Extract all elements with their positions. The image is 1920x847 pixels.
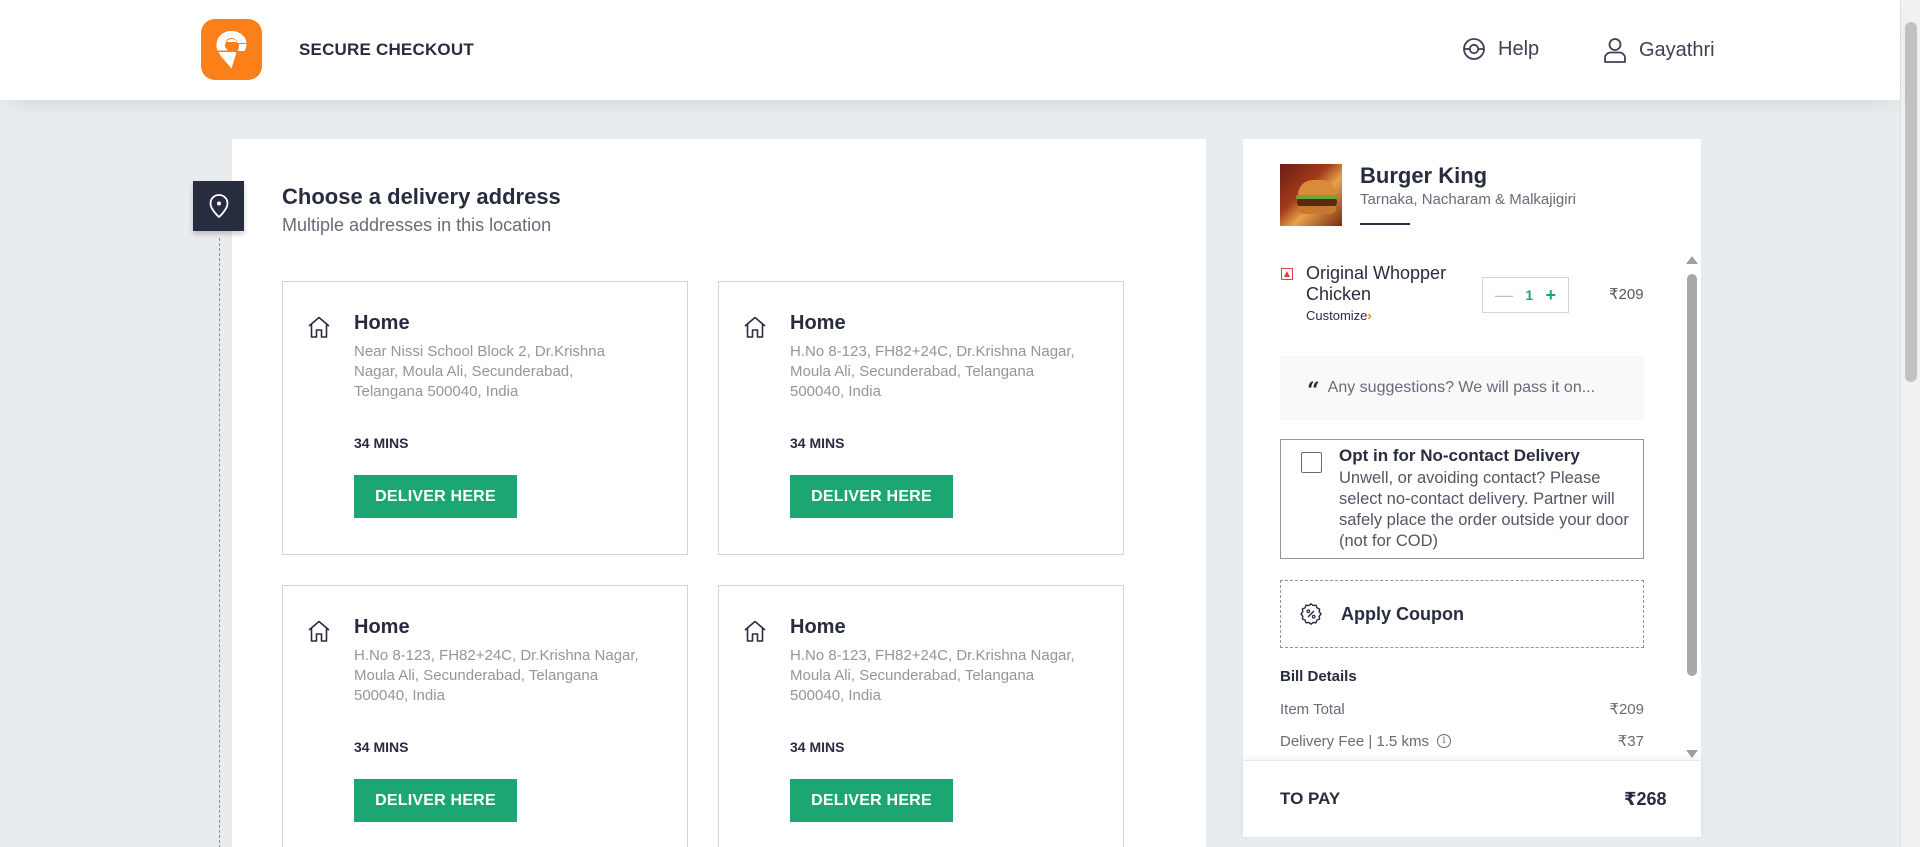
address-type: Home — [354, 312, 410, 334]
delivery-eta: 34 MINS — [354, 435, 409, 451]
customize-link[interactable]: Customize› — [1306, 308, 1372, 323]
no-contact-title: Opt in for No-contact Delivery — [1339, 446, 1580, 465]
scroll-up-arrow-icon[interactable] — [1686, 256, 1698, 264]
burger-patty-shape — [1297, 198, 1337, 206]
suggestions-input[interactable]: “ Any suggestions? We will pass it on... — [1280, 356, 1644, 420]
delivery-fee-label: Delivery Fee | 1.5 kms — [1280, 732, 1429, 750]
timeline-line — [219, 238, 220, 847]
home-icon — [308, 316, 330, 338]
increment-button[interactable]: + — [1545, 285, 1556, 306]
item-total-label: Item Total — [1280, 700, 1345, 718]
address-text: H.No 8-123, FH82+24C, Dr.Krishna Nagar, … — [354, 647, 639, 704]
delivery-eta: 34 MINS — [790, 739, 845, 755]
cart-scrollbar[interactable] — [1686, 256, 1698, 758]
deliver-here-button[interactable]: DELIVER HERE — [790, 779, 953, 822]
non-veg-icon — [1281, 268, 1293, 280]
home-icon — [744, 316, 766, 338]
burger-bottom-shape — [1298, 206, 1336, 214]
help-link[interactable]: Help — [1462, 37, 1539, 61]
deliver-here-button[interactable]: DELIVER HERE — [354, 779, 517, 822]
help-label: Help — [1498, 37, 1540, 60]
swiggy-logo[interactable] — [201, 19, 262, 80]
address-type: Home — [790, 312, 846, 334]
info-icon[interactable]: i — [1436, 734, 1451, 748]
swiggy-logo-icon — [216, 31, 247, 69]
apply-coupon-button[interactable]: Apply Coupon — [1280, 580, 1644, 648]
user-menu[interactable]: Gayathri — [1603, 37, 1715, 63]
to-pay-value: ₹268 — [1624, 789, 1667, 809]
address-text: Near Nissi School Block 2, Dr.Krishna Na… — [354, 343, 605, 400]
bill-row-item-total: Item Total ₹209 — [1280, 700, 1644, 719]
address-text: H.No 8-123, FH82+24C, Dr.Krishna Nagar, … — [790, 343, 1075, 400]
address-card[interactable]: Home H.No 8-123, FH82+24C, Dr.Krishna Na… — [718, 585, 1124, 847]
page-title: SECURE CHECKOUT — [299, 40, 474, 59]
item-total-value: ₹209 — [1609, 701, 1644, 718]
delivery-fee-value: ₹37 — [1617, 733, 1644, 750]
page-scrollbar[interactable] — [1900, 0, 1920, 847]
address-type: Home — [790, 616, 846, 638]
deliver-here-button[interactable]: DELIVER HERE — [354, 475, 517, 518]
address-card[interactable]: Home Near Nissi School Block 2, Dr.Krish… — [282, 281, 688, 555]
cart-item-name: Original Whopper Chicken — [1306, 263, 1447, 304]
restaurant-image[interactable] — [1280, 164, 1342, 226]
apply-coupon-label: Apply Coupon — [1341, 603, 1464, 624]
burger-lettuce-shape — [1296, 195, 1338, 199]
location-pin-icon — [209, 194, 228, 219]
address-section-title: Choose a delivery address — [282, 184, 561, 209]
decrement-button[interactable]: — — [1495, 285, 1513, 306]
delivery-eta: 34 MINS — [354, 739, 409, 755]
restaurant-name[interactable]: Burger King — [1360, 163, 1487, 189]
no-contact-description: Unwell, or avoiding contact? Please sele… — [1339, 469, 1629, 550]
coupon-icon — [1300, 603, 1322, 625]
no-contact-delivery-option[interactable]: Opt in for No-contact Delivery Unwell, o… — [1280, 439, 1644, 559]
address-text: H.No 8-123, FH82+24C, Dr.Krishna Nagar, … — [790, 647, 1075, 704]
delivery-fee-label-group: Delivery Fee | 1.5 kms i — [1280, 732, 1451, 750]
deliver-here-button[interactable]: DELIVER HERE — [790, 475, 953, 518]
user-icon — [1604, 38, 1626, 63]
delivery-eta: 34 MINS — [790, 435, 845, 451]
quantity-value: 1 — [1525, 287, 1534, 303]
address-card[interactable]: Home H.No 8-123, FH82+24C, Dr.Krishna Na… — [282, 585, 688, 847]
page-scrollbar-thumb[interactable] — [1905, 22, 1917, 382]
help-icon — [1463, 38, 1485, 60]
to-pay-label: TO PAY — [1280, 789, 1341, 808]
home-icon — [744, 620, 766, 642]
address-type: Home — [354, 616, 410, 638]
bill-details-heading: Bill Details — [1280, 668, 1357, 685]
cart-scrollbar-thumb[interactable] — [1687, 274, 1697, 676]
bill-row-delivery-fee: Delivery Fee | 1.5 kms i ₹37 — [1280, 732, 1644, 751]
scroll-down-arrow-icon[interactable] — [1686, 750, 1698, 758]
suggestions-placeholder: Any suggestions? We will pass it on... — [1327, 379, 1596, 396]
home-icon — [308, 620, 330, 642]
quantity-stepper[interactable]: — 1 + — [1482, 277, 1569, 313]
customize-label: Customize — [1306, 308, 1368, 323]
to-pay-divider — [1243, 760, 1701, 761]
cart-item-price: ₹209 — [1609, 286, 1644, 303]
restaurant-underline — [1360, 223, 1410, 225]
address-card[interactable]: Home H.No 8-123, FH82+24C, Dr.Krishna Na… — [718, 281, 1124, 555]
user-name: Gayathri — [1639, 38, 1715, 61]
no-contact-checkbox[interactable] — [1301, 452, 1322, 473]
header: SECURE CHECKOUT Help Gayathri — [0, 0, 1900, 100]
chevron-right-icon: › — [1367, 308, 1372, 323]
location-step-marker — [193, 181, 244, 231]
quote-icon: “ — [1307, 378, 1320, 404]
restaurant-location: Tarnaka, Nacharam & Malkajigiri — [1360, 191, 1576, 208]
address-section-subtitle: Multiple addresses in this location — [282, 215, 552, 235]
